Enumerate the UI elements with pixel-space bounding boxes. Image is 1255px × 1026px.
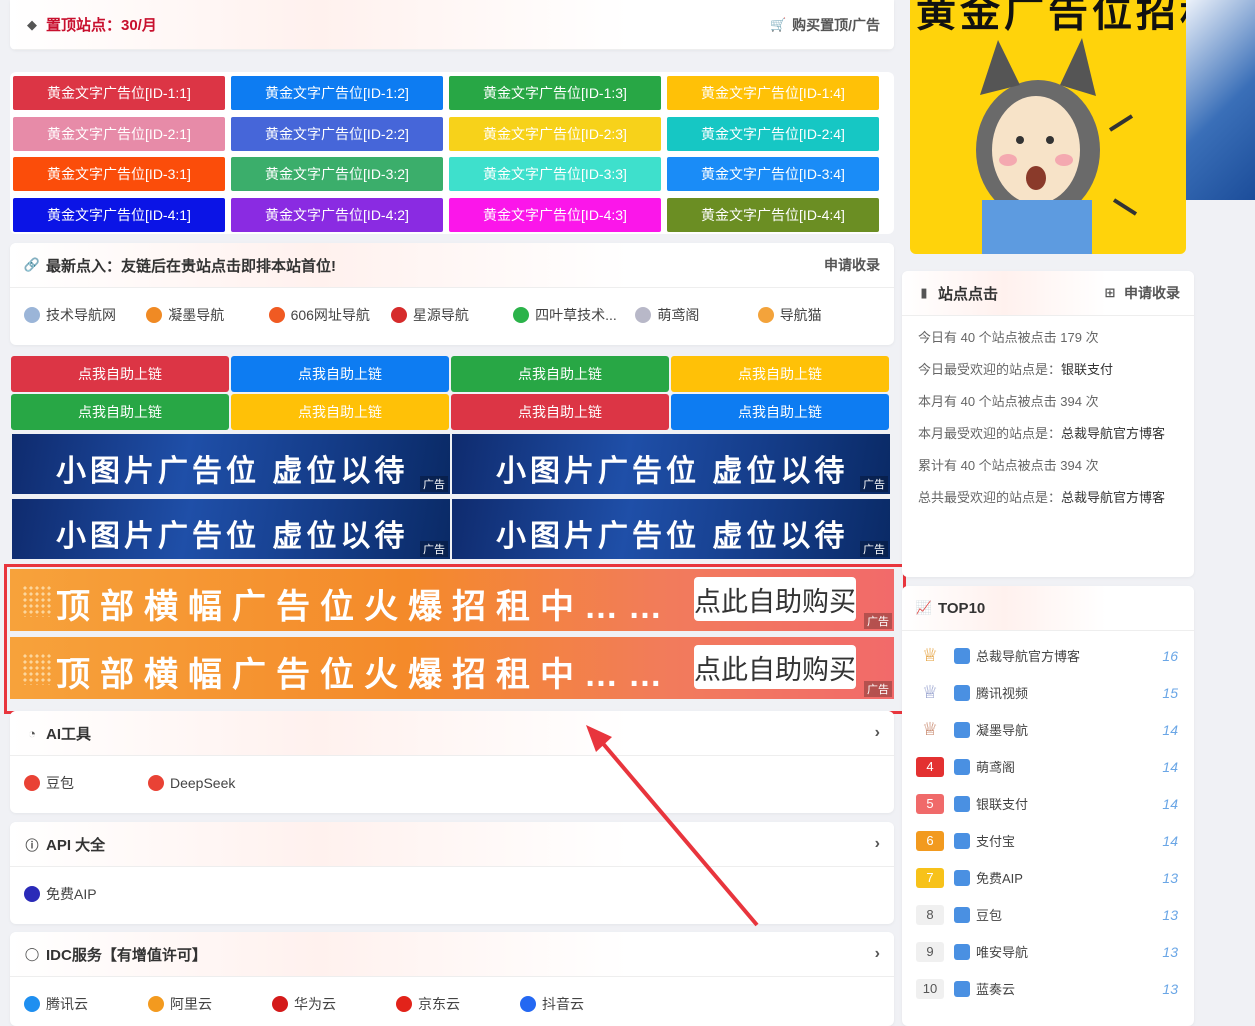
top10-row[interactable]: 5 银联支付 14 — [902, 785, 1194, 822]
stat-label: 本月最受欢迎的站点是： — [918, 426, 1062, 441]
site-favicon-icon — [954, 684, 970, 701]
rank-badge: 10 — [916, 978, 944, 999]
stats-list: 今日有 40 个站点被点击 179 次今日最受欢迎的站点是：银联支付 本月有 40… — [902, 316, 1194, 532]
top10-site-name: 唯安导航 — [976, 945, 1029, 960]
stat-label: 今日最受欢迎的站点是： — [918, 362, 1062, 377]
stat-line: 本月有 40 个站点被点击 394 次 — [918, 392, 1178, 412]
site-favicon-icon — [954, 943, 970, 960]
stat-line: 今日有 40 个站点被点击 179 次 — [918, 328, 1178, 348]
rank-badge: 6 — [916, 830, 944, 851]
rank-badge: 4 — [916, 756, 944, 777]
site-favicon-icon — [954, 832, 970, 849]
top10-click-count: 13 — [1162, 980, 1178, 997]
plus-square-icon: ⊞ — [1104, 285, 1116, 300]
site-click-stats-card: ▮ 站点点击 ⊞ 申请收录 今日有 40 个站点被点击 179 次今日最受欢迎的站… — [902, 271, 1194, 577]
top10-click-count: 14 — [1162, 832, 1178, 849]
top10-row[interactable]: 9 唯安导航 13 — [902, 933, 1194, 970]
top10-click-count: 13 — [1162, 869, 1178, 886]
crown-icon: ♕ — [921, 682, 939, 702]
bookmark-icon: ▮ — [920, 285, 928, 300]
mascot-illustration — [976, 38, 1138, 254]
top10-site-name: 银联支付 — [976, 797, 1029, 812]
site-favicon-icon — [954, 721, 970, 738]
top10-card: 📈 TOP10 ♕ 总裁导航官方博客 16 ♕ 腾讯视频 15 ♕ 凝墨导航 14 4 萌鸢阁 14 5… — [902, 586, 1194, 1026]
top10-title: TOP10 — [938, 599, 986, 617]
top10-click-count: 13 — [1162, 906, 1178, 923]
top10-click-count: 13 — [1162, 943, 1178, 960]
stat-site-link[interactable]: 总裁导航官方博客 — [1061, 490, 1165, 505]
top10-click-count: 15 — [1162, 684, 1178, 701]
top10-row[interactable]: ♕ 总裁导航官方博客 16 — [902, 637, 1194, 674]
top10-click-count: 14 — [1162, 721, 1178, 738]
sidebar-ad-text: 黄金广告位招租中 — [916, 0, 1186, 35]
crown-icon: ♕ — [921, 719, 939, 739]
stat-line: 今日最受欢迎的站点是：银联支付 — [918, 360, 1178, 380]
top10-row[interactable]: 10 蓝奏云 13 — [902, 970, 1194, 1007]
stat-label: 累计有 40 个站点被点击 394 次 — [918, 458, 1099, 473]
chart-icon: 📈 — [915, 600, 933, 615]
stat-site-link[interactable]: 银联支付 — [1061, 362, 1113, 377]
top10-row[interactable]: ♕ 凝墨导航 14 — [902, 711, 1194, 748]
top10-site-name: 萌鸢阁 — [976, 760, 1016, 775]
stats-title: 站点点击 — [938, 285, 999, 303]
top10-site-name: 腾讯视频 — [976, 686, 1029, 701]
stat-line: 本月最受欢迎的站点是：总裁导航官方博客 — [918, 424, 1178, 444]
top10-click-count: 14 — [1162, 758, 1178, 775]
top10-click-count: 14 — [1162, 795, 1178, 812]
site-favicon-icon — [954, 906, 970, 923]
sidebar-gold-ad[interactable]: 黄金广告位招租中 — [910, 0, 1186, 254]
crown-icon: ♕ — [921, 645, 939, 665]
site-favicon-icon — [954, 980, 970, 997]
top10-site-name: 蓝奏云 — [976, 982, 1016, 997]
stat-label: 今日有 40 个站点被点击 179 次 — [918, 330, 1099, 345]
stat-line: 累计有 40 个站点被点击 394 次 — [918, 456, 1178, 476]
site-favicon-icon — [954, 647, 970, 664]
top10-row[interactable]: 4 萌鸢阁 14 — [902, 748, 1194, 785]
rank-badge: 9 — [916, 941, 944, 962]
stat-label: 本月有 40 个站点被点击 394 次 — [918, 394, 1099, 409]
top10-row[interactable]: 6 支付宝 14 — [902, 822, 1194, 859]
top10-site-name: 免费AIP — [976, 871, 1023, 886]
stat-site-link[interactable]: 总裁导航官方博客 — [1061, 426, 1165, 441]
top10-list: ♕ 总裁导航官方博客 16 ♕ 腾讯视频 15 ♕ 凝墨导航 14 4 萌鸢阁 14 5 银联支付 14 6 支… — [902, 631, 1194, 1007]
site-favicon-icon — [954, 758, 970, 775]
stat-label: 总共最受欢迎的站点是： — [918, 490, 1062, 505]
stats-apply-label: 申请收录 — [1124, 285, 1180, 301]
stats-apply-link[interactable]: ⊞ 申请收录 — [1102, 283, 1180, 303]
top10-site-name: 豆包 — [976, 908, 1003, 923]
rank-badge: 8 — [916, 904, 944, 925]
top10-row[interactable]: ♕ 腾讯视频 15 — [902, 674, 1194, 711]
top10-row[interactable]: 8 豆包 13 — [902, 896, 1194, 933]
top10-site-name: 总裁导航官方博客 — [976, 649, 1081, 664]
rank-badge: 7 — [916, 867, 944, 888]
site-favicon-icon — [954, 869, 970, 886]
site-favicon-icon — [954, 795, 970, 812]
top10-site-name: 支付宝 — [976, 834, 1016, 849]
top10-click-count: 16 — [1162, 647, 1178, 664]
top10-row[interactable]: 7 免费AIP 13 — [902, 859, 1194, 896]
stat-line: 总共最受欢迎的站点是：总裁导航官方博客 — [918, 488, 1178, 508]
rank-badge: 5 — [916, 793, 944, 814]
top10-site-name: 凝墨导航 — [976, 723, 1029, 738]
